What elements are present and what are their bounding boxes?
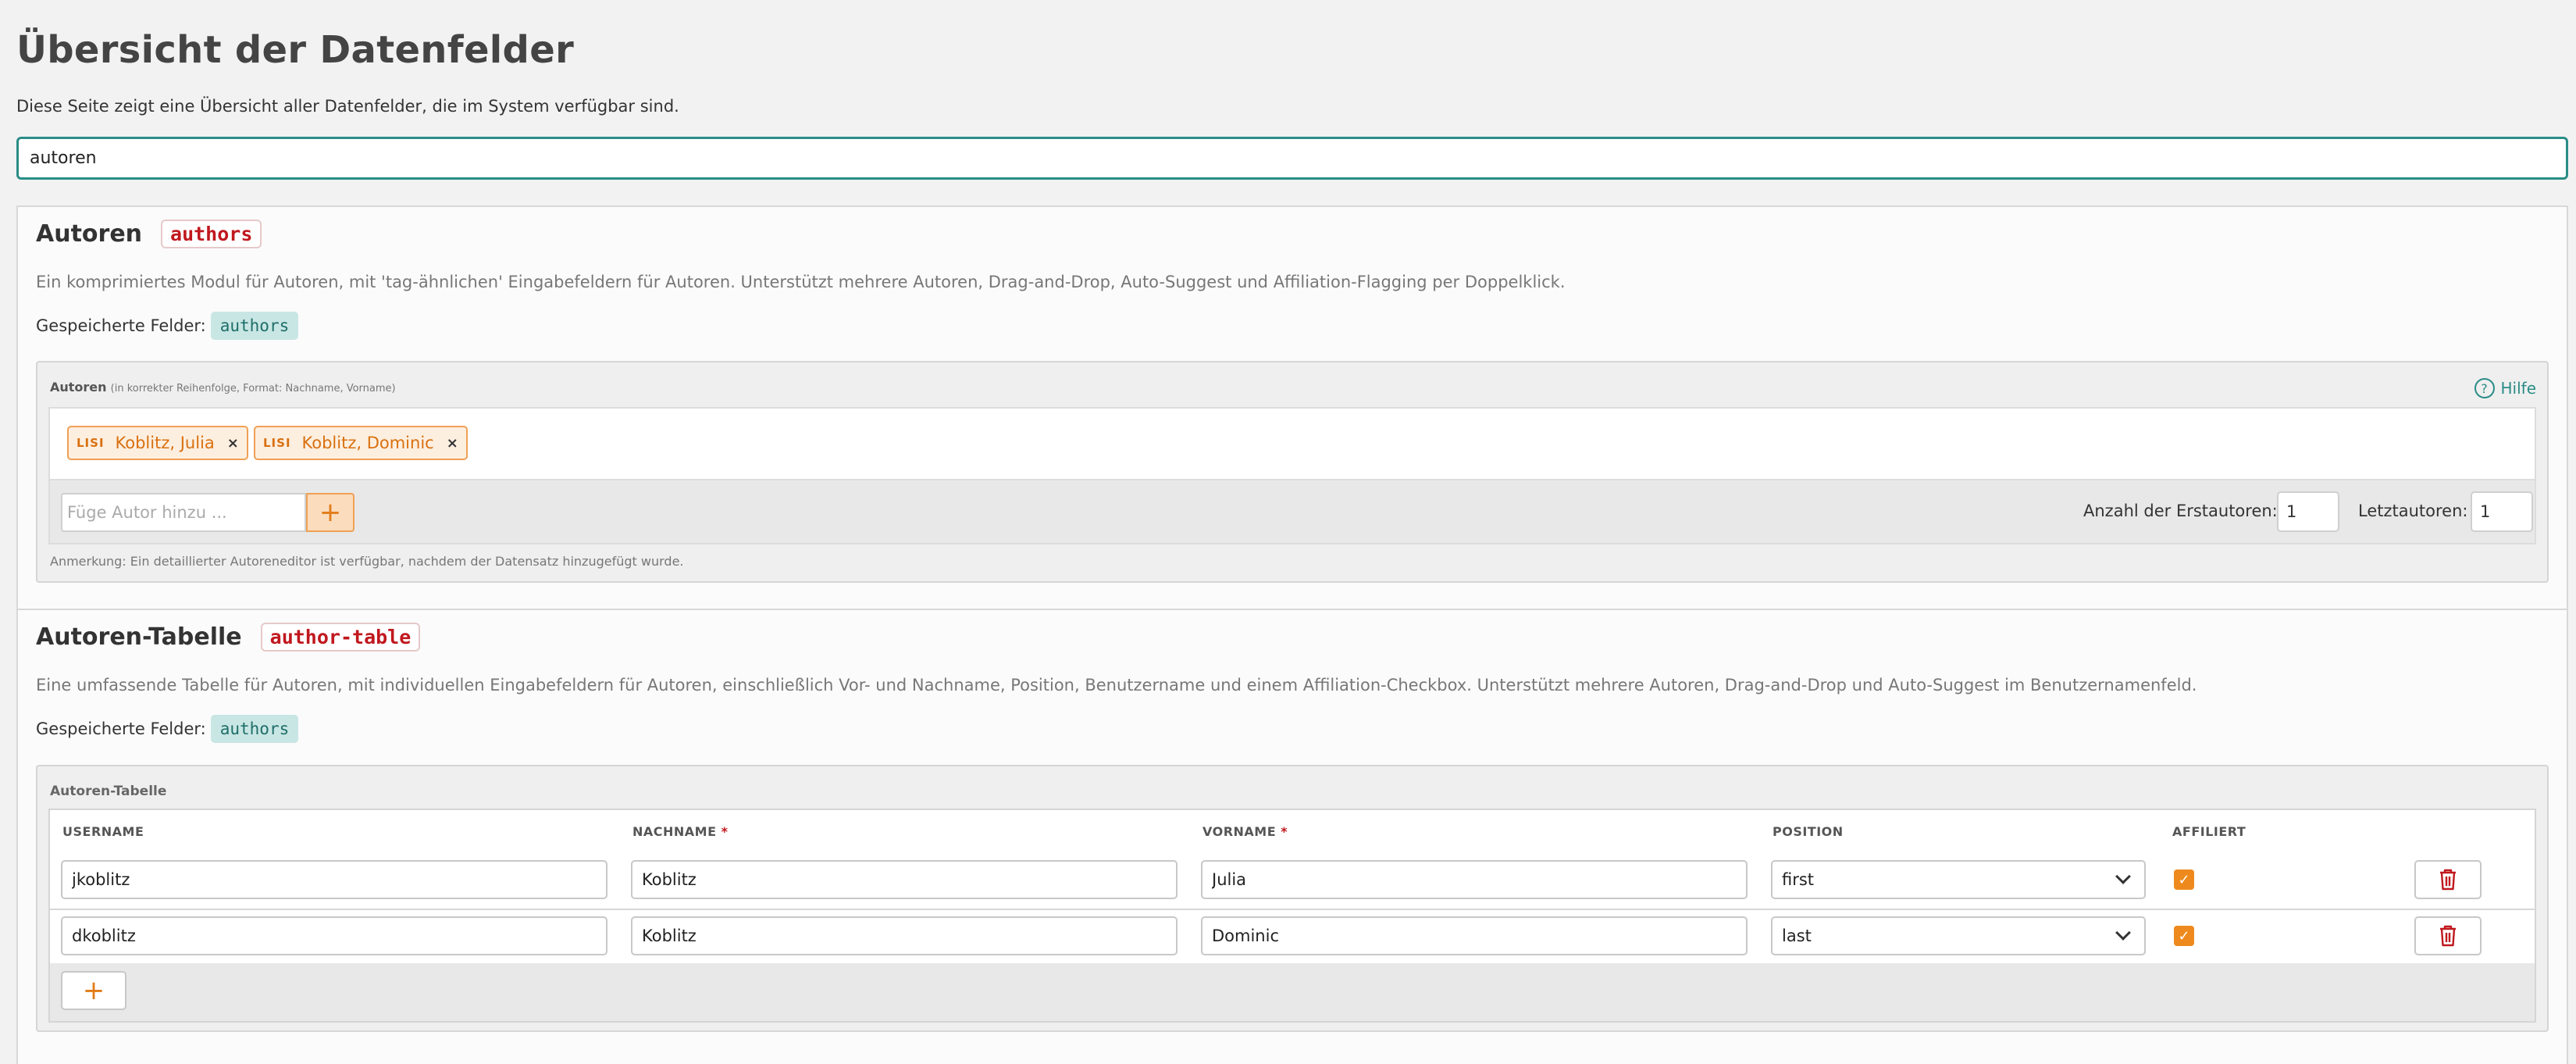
column-header-text: USERNAME xyxy=(62,824,144,839)
section-description: Eine umfassende Tabelle für Autoren, mit… xyxy=(36,676,2197,694)
section-description: Ein komprimiertes Modul für Autoren, mit… xyxy=(36,273,1566,291)
help-link[interactable]: ? Hilfe xyxy=(2474,378,2537,398)
saved-fields-label: Gespeicherte Felder: xyxy=(36,316,206,335)
required-mark: * xyxy=(1281,824,1288,839)
first-authors-input[interactable] xyxy=(2277,491,2339,532)
delete-row-button[interactable] xyxy=(2414,916,2482,955)
firstname-input[interactable] xyxy=(1201,916,1748,955)
check-icon: ✓ xyxy=(2178,871,2190,888)
saved-field-tag: authors xyxy=(210,715,299,743)
chevron-down-icon xyxy=(2115,869,2131,884)
last-authors-input[interactable] xyxy=(2471,491,2533,532)
add-row-button[interactable]: + xyxy=(61,971,126,1010)
help-label: Hilfe xyxy=(2500,379,2537,398)
plus-icon: + xyxy=(319,497,342,528)
column-header-text: POSITION xyxy=(1773,824,1844,839)
author-chip[interactable]: LISI Koblitz, Julia × xyxy=(67,426,248,460)
add-author-button[interactable]: + xyxy=(306,493,355,532)
saved-field-tag: authors xyxy=(210,312,299,340)
author-chip[interactable]: LISI Koblitz, Dominic × xyxy=(254,426,468,460)
column-header-firstname: VORNAME * xyxy=(1202,824,1288,839)
chevron-down-icon xyxy=(2115,925,2131,941)
section-header-author-table: Autoren-Tabelle author-table xyxy=(36,623,421,652)
add-author-bar: + Anzahl der Erstautoren: Letztautoren: xyxy=(48,479,2536,544)
column-header-text: AFFILIERT xyxy=(2172,824,2246,839)
section-title: Autoren xyxy=(36,220,143,248)
affiliation-badge: LISI xyxy=(263,436,291,450)
fields-card: Autoren authors Ein komprimiertes Modul … xyxy=(16,205,2568,1064)
saved-fields-row: Gespeicherte Felder: authors xyxy=(36,715,299,743)
affiliated-checkbox[interactable]: ✓ xyxy=(2174,926,2194,946)
search-input[interactable] xyxy=(16,137,2568,180)
check-icon: ✓ xyxy=(2178,927,2190,944)
column-header-username: USERNAME xyxy=(62,824,144,839)
plus-icon: + xyxy=(82,975,105,1006)
column-header-position: POSITION xyxy=(1773,824,1844,839)
affiliation-badge: LISI xyxy=(77,436,105,450)
delete-row-button[interactable] xyxy=(2414,860,2482,899)
widget-label-hint: (in korrekter Reihenfolge, Format: Nachn… xyxy=(110,383,396,395)
remove-author-icon[interactable]: × xyxy=(227,435,239,452)
trash-icon xyxy=(2440,925,2456,947)
column-header-text: NACHNAME xyxy=(632,824,717,839)
remove-author-icon[interactable]: × xyxy=(447,435,458,452)
field-code-tag: authors xyxy=(161,220,262,248)
author-table-widget: Autoren-Tabelle USERNAME NACHNAME * VORN… xyxy=(36,765,2549,1032)
username-input[interactable] xyxy=(61,860,607,899)
first-authors-label: Anzahl der Erstautoren: xyxy=(2083,502,2278,520)
help-icon: ? xyxy=(2474,378,2495,398)
username-input[interactable] xyxy=(61,916,607,955)
author-chip-name: Koblitz, Dominic xyxy=(301,434,434,452)
authors-widget: Autoren (in korrekter Reihenfolge, Forma… xyxy=(36,361,2549,583)
trash-icon xyxy=(2440,869,2456,891)
position-select[interactable]: first xyxy=(1771,860,2146,899)
position-select-value: first xyxy=(1782,870,1815,889)
column-header-affiliated: AFFILIERT xyxy=(2172,824,2246,839)
position-select-value: last xyxy=(1782,927,1812,945)
affiliated-checkbox[interactable]: ✓ xyxy=(2174,869,2194,890)
column-header-lastname: NACHNAME * xyxy=(632,824,728,839)
add-author-input[interactable] xyxy=(61,493,306,532)
section-header-authors: Autoren authors xyxy=(36,220,262,248)
section-title: Autoren-Tabelle xyxy=(36,623,242,651)
author-table: USERNAME NACHNAME * VORNAME * POSITION A… xyxy=(48,809,2536,1023)
author-editor-note: Anmerkung: Ein detaillierter Autorenedit… xyxy=(50,554,684,569)
author-table-label: Autoren-Tabelle xyxy=(50,784,167,799)
lastname-input[interactable] xyxy=(631,916,1178,955)
widget-label-text: Autoren xyxy=(50,380,107,395)
row-separator xyxy=(50,909,2535,910)
page-description: Diese Seite zeigt eine Übersicht aller D… xyxy=(16,97,679,116)
page-title: Übersicht der Datenfelder xyxy=(16,28,575,72)
author-tag-area[interactable]: LISI Koblitz, Julia × LISI Koblitz, Domi… xyxy=(48,407,2536,479)
page: Übersicht der Datenfelder Diese Seite ze… xyxy=(0,0,2576,1064)
firstname-input[interactable] xyxy=(1201,860,1748,899)
author-chip-name: Koblitz, Julia xyxy=(115,434,215,452)
column-header-text: VORNAME xyxy=(1202,824,1277,839)
position-select[interactable]: last xyxy=(1771,916,2146,955)
section-divider xyxy=(18,609,2567,610)
lastname-input[interactable] xyxy=(631,860,1178,899)
last-authors-label: Letztautoren: xyxy=(2358,502,2468,520)
required-mark: * xyxy=(721,824,729,839)
field-code-tag: author-table xyxy=(260,623,421,652)
saved-fields-row: Gespeicherte Felder: authors xyxy=(36,312,299,340)
table-footer: + xyxy=(50,963,2535,1021)
authors-widget-label: Autoren (in korrekter Reihenfolge, Forma… xyxy=(50,380,396,395)
saved-fields-label: Gespeicherte Felder: xyxy=(36,719,206,738)
